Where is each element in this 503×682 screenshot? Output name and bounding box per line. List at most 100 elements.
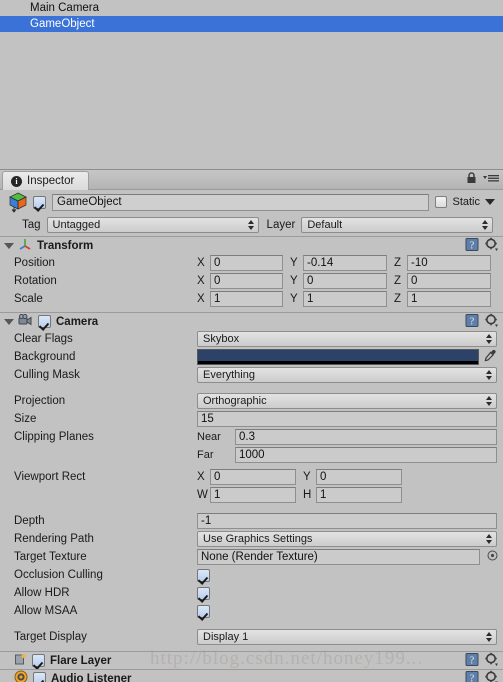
rotation-y-input[interactable]: 0 xyxy=(303,273,387,289)
viewport-rect-label: Viewport Rect xyxy=(14,471,86,483)
target-texture-input[interactable]: None (Render Texture) xyxy=(197,549,480,565)
gear-icon[interactable] xyxy=(485,313,499,330)
near-input[interactable]: 0.3 xyxy=(235,429,497,445)
help-book-icon[interactable]: ? xyxy=(465,237,479,254)
axis-label-x: X xyxy=(197,293,205,305)
axis-label-z: Z xyxy=(394,293,402,305)
svg-text:?: ? xyxy=(470,240,475,251)
axis-label-x: X xyxy=(197,275,205,287)
foldout-triangle-icon[interactable] xyxy=(4,242,14,249)
camera-culling-mask-row: Culling Mask Everything xyxy=(0,366,503,384)
size-input[interactable]: 15 xyxy=(197,411,497,427)
clear-flags-dropdown[interactable]: Skybox xyxy=(197,331,497,347)
gear-icon[interactable] xyxy=(485,237,499,254)
far-input[interactable]: 1000 xyxy=(235,447,497,463)
near-label: Near xyxy=(197,431,221,443)
row-label: Position xyxy=(14,257,55,269)
occlusion-culling-checkbox[interactable] xyxy=(197,568,210,582)
axis-label-y: Y xyxy=(290,293,298,305)
component-header-transform[interactable]: Transform ? xyxy=(0,236,503,254)
component-header-camera[interactable]: Camera ? xyxy=(0,312,503,330)
rotation-x-input[interactable]: 0 xyxy=(210,273,283,289)
component-header-audio-listener[interactable]: Audio Listener ? xyxy=(0,669,503,682)
hierarchy-item-label: GameObject xyxy=(30,18,95,30)
camera-clear-flags-row: Clear Flags Skybox xyxy=(0,330,503,348)
axis-label-x: X xyxy=(197,257,205,269)
foldout-triangle-icon[interactable] xyxy=(4,318,14,325)
depth-label: Depth xyxy=(14,515,45,527)
viewport-x-input[interactable]: 0 xyxy=(210,469,296,485)
scale-y-input[interactable]: 1 xyxy=(303,291,387,307)
row-label: Scale xyxy=(14,293,43,305)
help-book-icon[interactable]: ? xyxy=(465,670,479,682)
scale-z-input[interactable]: 1 xyxy=(407,291,491,307)
updown-arrows-icon xyxy=(247,220,254,230)
hamburger-menu-icon[interactable] xyxy=(483,173,499,186)
gear-icon[interactable] xyxy=(485,652,499,669)
scale-x-input[interactable]: 1 xyxy=(210,291,283,307)
rotation-z-input[interactable]: 0 xyxy=(407,273,491,289)
viewport-h-label: H xyxy=(303,489,312,501)
viewport-h-input[interactable]: 1 xyxy=(316,487,402,503)
rendering-path-dropdown[interactable]: Use Graphics Settings xyxy=(197,531,497,547)
row-label: Rotation xyxy=(14,275,57,287)
camera-target-display-row: Target Display Display 1 xyxy=(0,628,503,646)
tag-label: Tag xyxy=(22,219,41,231)
gear-icon[interactable] xyxy=(485,670,499,682)
component-title: Flare Layer xyxy=(50,654,112,667)
tab-inspector[interactable]: i Inspector xyxy=(2,171,90,190)
lock-icon[interactable] xyxy=(466,172,477,187)
layer-dropdown[interactable]: Default xyxy=(301,217,494,233)
camera-target-texture-row: Target Texture None (Render Texture) xyxy=(0,548,503,566)
object-picker-icon[interactable] xyxy=(487,550,498,564)
hierarchy-panel[interactable]: Main Camera GameObject xyxy=(0,0,503,170)
updown-arrows-icon xyxy=(482,220,489,230)
object-name-input[interactable]: GameObject xyxy=(52,193,430,211)
object-enabled-checkbox[interactable] xyxy=(33,195,46,209)
axis-label-z: Z xyxy=(394,275,402,287)
depth-input[interactable]: -1 xyxy=(197,513,497,529)
clear-flags-value: Skybox xyxy=(203,333,240,345)
camera-background-row: Background xyxy=(0,348,503,366)
projection-dropdown[interactable]: Orthographic xyxy=(197,393,497,409)
allow-msaa-checkbox[interactable] xyxy=(197,604,210,618)
help-book-icon[interactable]: ? xyxy=(465,652,479,669)
projection-value: Orthographic xyxy=(203,395,267,407)
viewport-x-label: X xyxy=(197,471,205,483)
chevron-down-icon[interactable] xyxy=(485,199,495,205)
rendering-path-value: Use Graphics Settings xyxy=(203,533,313,545)
tag-dropdown[interactable]: Untagged xyxy=(46,217,259,233)
size-label: Size xyxy=(14,413,37,425)
viewport-w-input[interactable]: 1 xyxy=(210,487,296,503)
culling-mask-dropdown[interactable]: Everything xyxy=(197,367,497,383)
axis-label-y: Y xyxy=(290,257,298,269)
camera-projection-row: Projection Orthographic xyxy=(0,392,503,410)
allow-hdr-label: Allow HDR xyxy=(14,587,70,599)
audio-listener-enabled-checkbox[interactable] xyxy=(33,672,46,682)
object-header: GameObject Static xyxy=(0,190,503,214)
clipping-planes-label: Clipping Planes xyxy=(14,431,94,443)
static-toggle-group[interactable]: Static xyxy=(435,196,499,208)
background-color-swatch[interactable] xyxy=(197,349,479,365)
transform-position-row: Position X 0 Y -0.14 Z -10 xyxy=(0,254,503,272)
eyedropper-icon[interactable] xyxy=(484,349,497,365)
position-x-input[interactable]: 0 xyxy=(210,255,283,271)
help-book-icon[interactable]: ? xyxy=(465,313,479,330)
position-z-input[interactable]: -10 xyxy=(407,255,491,271)
hierarchy-item-main-camera[interactable]: Main Camera xyxy=(0,0,503,16)
component-header-flare-layer[interactable]: Flare Layer ? xyxy=(0,651,503,669)
target-display-dropdown[interactable]: Display 1 xyxy=(197,629,497,645)
tab-inspector-label: Inspector xyxy=(27,174,75,187)
viewport-y-input[interactable]: 0 xyxy=(316,469,402,485)
static-checkbox[interactable] xyxy=(435,196,448,208)
transform-rotation-row: Rotation X 0 Y 0 Z 0 xyxy=(0,272,503,290)
hierarchy-item-gameobject[interactable]: GameObject xyxy=(0,16,503,32)
component-actions: ? xyxy=(465,237,499,254)
allow-hdr-checkbox[interactable] xyxy=(197,586,210,600)
camera-icon xyxy=(18,313,33,330)
position-y-input[interactable]: -0.14 xyxy=(303,255,387,271)
flare-layer-enabled-checkbox[interactable] xyxy=(32,654,45,667)
flare-layer-icon xyxy=(14,653,27,669)
allow-msaa-label: Allow MSAA xyxy=(14,605,78,617)
camera-enabled-checkbox[interactable] xyxy=(38,315,51,328)
